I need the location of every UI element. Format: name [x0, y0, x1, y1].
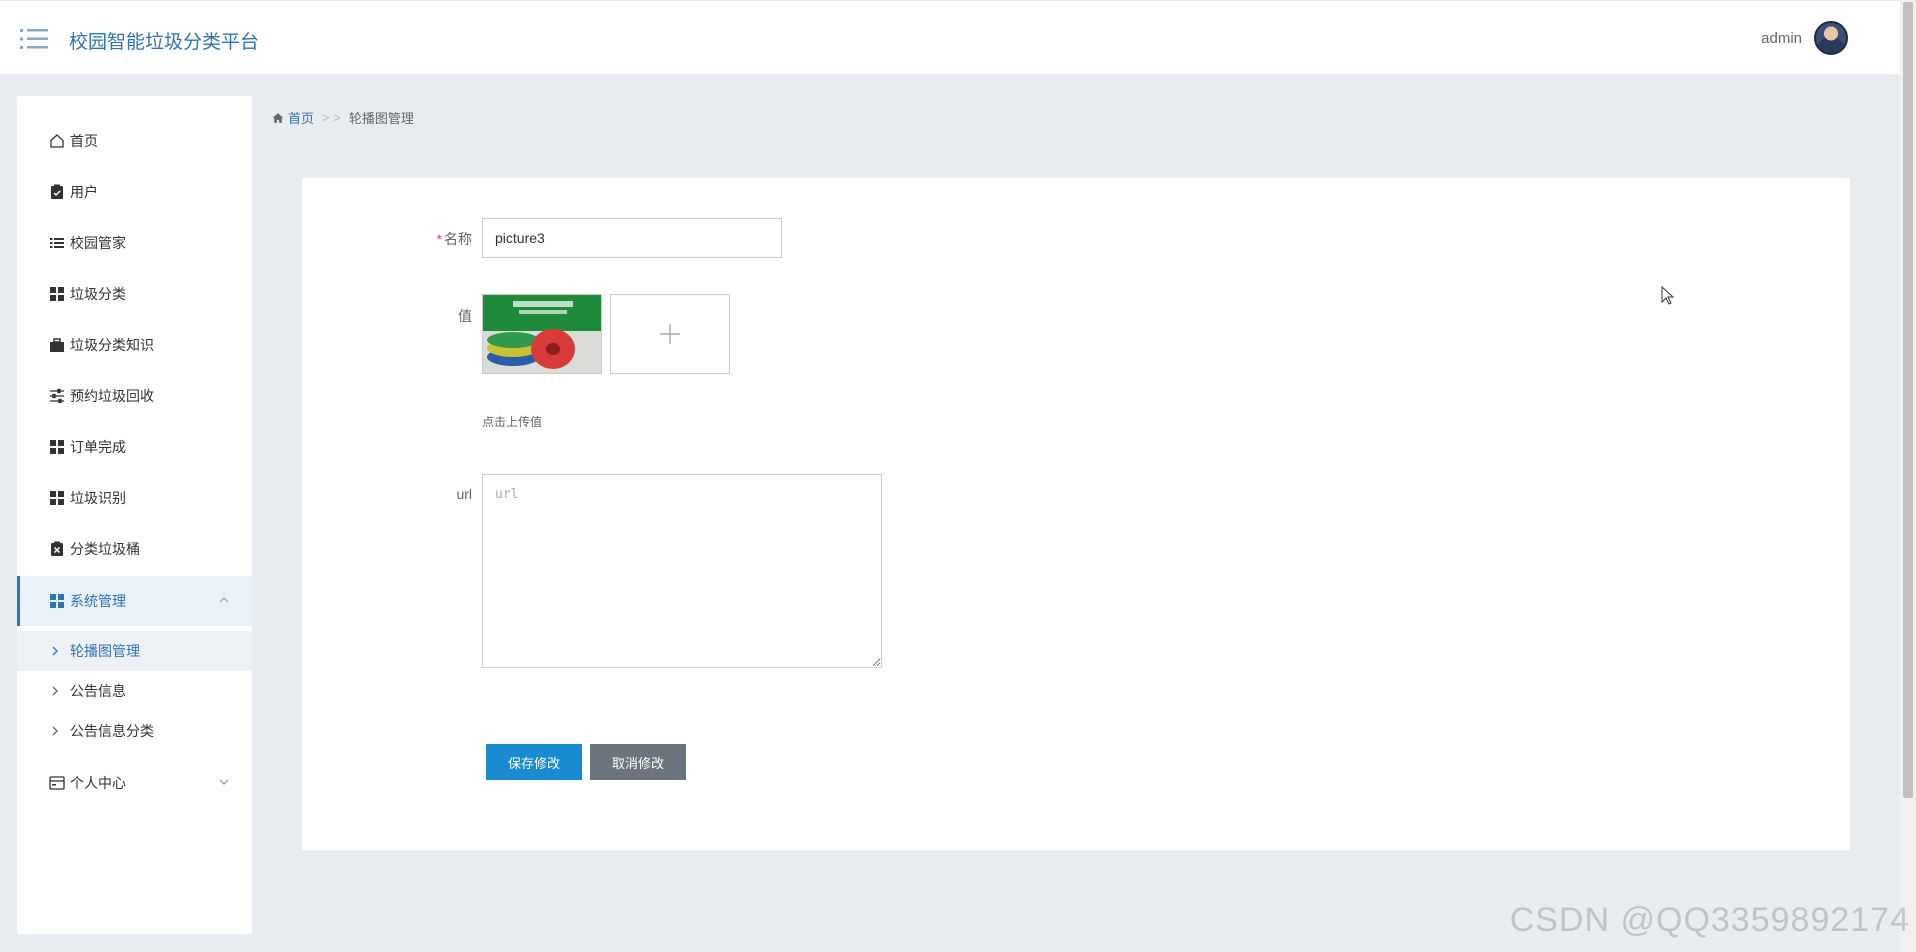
- home-icon: [272, 112, 284, 123]
- scrollbar-thumb[interactable]: [1903, 2, 1913, 798]
- sidebar-item-personal-center[interactable]: 个人中心: [17, 758, 252, 808]
- sidebar-item-orders-complete[interactable]: 订单完成: [17, 422, 252, 472]
- sidebar-item-home[interactable]: 首页: [17, 116, 252, 166]
- sidebar-subitem-carousel[interactable]: 轮播图管理: [17, 631, 252, 671]
- user-name[interactable]: admin: [1761, 30, 1802, 47]
- breadcrumb-separator: > >: [322, 110, 341, 125]
- menu-toggle-icon[interactable]: [20, 27, 48, 51]
- sidebar-item-label: 用户: [70, 184, 98, 200]
- cable-product-image: [483, 295, 601, 373]
- sidebar-subitem-announcements[interactable]: 公告信息: [17, 671, 252, 711]
- sidebar-item-system-management[interactable]: 系统管理: [17, 576, 252, 626]
- sidebar-item-knowledge[interactable]: 垃圾分类知识: [17, 320, 252, 370]
- save-button[interactable]: 保存修改: [486, 744, 582, 780]
- name-label-text: 名称: [444, 231, 472, 247]
- sidebar-item-label: 个人中心: [70, 775, 126, 791]
- sidebar-item-label: 垃圾识别: [70, 490, 126, 506]
- wallet-icon: [49, 776, 65, 790]
- sidebar-item-label: 首页: [70, 133, 98, 149]
- sliders-icon: [50, 388, 64, 404]
- breadcrumb-current: 轮播图管理: [348, 111, 414, 126]
- value-label: 值: [458, 308, 472, 324]
- sidebar-subitem-label: 轮播图管理: [70, 643, 140, 659]
- home-icon: [50, 134, 64, 148]
- top-bar: 校园智能垃圾分类平台 admin: [0, 0, 1900, 74]
- grid-icon: [50, 440, 64, 454]
- chevron-right-icon: [52, 726, 58, 736]
- user-menu[interactable]: admin: [1761, 21, 1848, 55]
- sidebar-item-label: 分类垃圾桶: [70, 541, 140, 557]
- watermark: CSDN @QQ3359892174: [1509, 901, 1910, 939]
- chevron-right-icon: [52, 686, 58, 696]
- clipboard-x-icon: [51, 541, 63, 556]
- page-scrollbar[interactable]: [1900, 0, 1916, 952]
- upload-hint: 点击上传值: [482, 415, 543, 429]
- chevron-right-icon: [52, 646, 58, 656]
- breadcrumb-home[interactable]: 首页: [272, 108, 314, 127]
- breadcrumb-home-label: 首页: [288, 111, 315, 126]
- app-title: 校园智能垃圾分类平台: [69, 32, 260, 53]
- sidebar-item-label: 垃圾分类: [70, 286, 126, 302]
- sidebar-item-label: 预约垃圾回收: [70, 388, 154, 404]
- sidebar-item-garbage-recognition[interactable]: 垃圾识别: [17, 473, 252, 523]
- sidebar-item-label: 系统管理: [70, 593, 126, 609]
- avatar[interactable]: [1814, 21, 1848, 55]
- sidebar-item-recycle-booking[interactable]: 预约垃圾回收: [17, 371, 252, 421]
- sidebar-item-garbage-category[interactable]: 垃圾分类: [17, 269, 252, 319]
- sidebar-item-campus-steward[interactable]: 校园管家: [17, 218, 252, 268]
- edit-form-panel: *名称 值 点击上传值 url 保存修改 取消修改: [302, 178, 1850, 850]
- chevron-up-icon: [219, 597, 229, 603]
- required-mark: *: [436, 231, 442, 247]
- sidebar-item-label: 订单完成: [70, 439, 126, 455]
- name-label: * 名称: [402, 229, 472, 249]
- grid-icon: [50, 287, 64, 301]
- chevron-down-icon: [219, 779, 229, 785]
- plus-icon: [660, 324, 680, 344]
- uploaded-image-thumbnail[interactable]: [482, 294, 602, 374]
- sidebar-subitem-announcement-categories[interactable]: 公告信息分类: [17, 711, 252, 751]
- list-icon: [50, 238, 64, 248]
- grid-icon: [50, 491, 64, 505]
- sidebar-item-label: 垃圾分类知识: [70, 337, 154, 353]
- cancel-button[interactable]: 取消修改: [590, 744, 686, 780]
- name-input[interactable]: [482, 218, 782, 258]
- url-textarea[interactable]: [482, 474, 882, 668]
- url-label: url: [456, 486, 472, 502]
- sidebar-subitem-label: 公告信息分类: [70, 723, 154, 739]
- breadcrumb: 首页 > > 轮播图管理: [272, 108, 414, 127]
- image-upload-button[interactable]: [610, 294, 730, 374]
- mouse-cursor-icon: [1661, 286, 1675, 305]
- sidebar-item-users[interactable]: 用户: [17, 167, 252, 217]
- grid-icon: [50, 594, 64, 608]
- sidebar-item-bins[interactable]: 分类垃圾桶: [17, 524, 252, 574]
- sidebar-subitem-label: 公告信息: [70, 683, 126, 699]
- sidebar-item-label: 校园管家: [70, 235, 126, 251]
- briefcase-icon: [50, 338, 64, 352]
- clipboard-check-icon: [51, 184, 63, 199]
- sidebar: 首页 用户 校园管家 垃圾分类 垃圾分类知识 预约垃圾回收 订单完成 垃圾识别 …: [17, 96, 252, 934]
